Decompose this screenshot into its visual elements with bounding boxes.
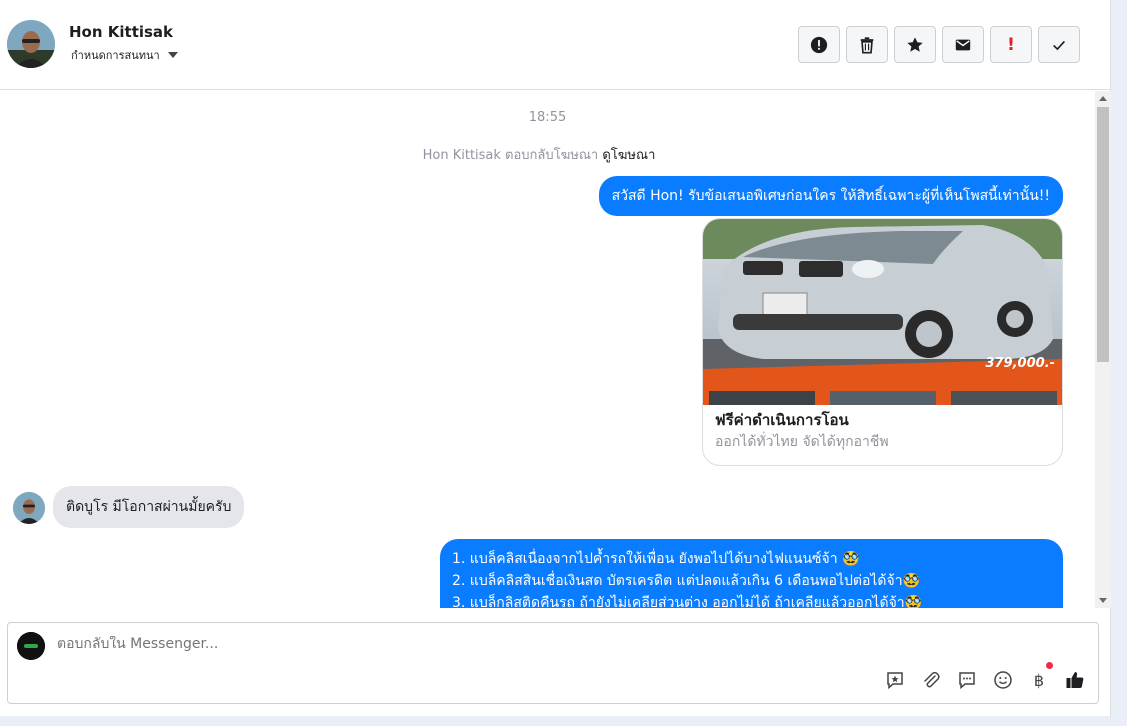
composer-toolbar: ฿ (884, 662, 1086, 691)
caret-down-icon (167, 52, 178, 58)
star-icon (907, 36, 923, 52)
car-ad-image: 379,000.- (703, 219, 1062, 405)
message-line: 2. แบล็คลิสสินเชื่อเงินสด บัตรเครดิต แต่… (452, 573, 921, 589)
emoji-button[interactable] (992, 669, 1014, 691)
scroll-up-icon[interactable] (1099, 96, 1107, 101)
notification-dot (1046, 662, 1053, 669)
page-avatar (17, 632, 45, 660)
trash-icon (860, 36, 874, 53)
outgoing-message-list: 1. แบล็คลิสเนื่องจากไปค้ำรถให้เพื่อน ยัง… (440, 539, 1063, 608)
paperclip-icon (924, 671, 940, 688)
ad-card-description: ออกได้ทั่วไทย จัดได้ทุกอาชีพ (715, 434, 889, 450)
attach-button[interactable] (920, 669, 942, 691)
ad-card[interactable]: 379,000.- ฟรีค่าดำเนินการโอน ออกได้ทั่วไ… (702, 218, 1063, 466)
smiley-icon (994, 671, 1012, 689)
header-toolbar: ! (798, 26, 1080, 63)
ad-price: 379,000.- (985, 356, 1055, 371)
assign-conversation-dropdown[interactable]: กำหนดการสนทนา (71, 46, 178, 64)
payment-button[interactable]: ฿ (1028, 662, 1053, 691)
check-icon (1053, 40, 1065, 50)
contact-avatar[interactable] (7, 20, 55, 68)
quick-reply-button[interactable] (956, 669, 978, 691)
conversation-panel: Hon Kittisak กำหนดการสนทนา ! 18:55 Hon K… (0, 0, 1111, 716)
sticker-comment-icon (887, 672, 903, 690)
mark-unread-button[interactable] (942, 26, 984, 63)
conversation-header: Hon Kittisak กำหนดการสนทนา ! (0, 0, 1111, 90)
outgoing-message: สวัสดี Hon! รับข้อเสนอพิเศษก่อนใคร ให้สิ… (598, 176, 1063, 216)
ad-reply-text: Hon Kittisak ตอบกลับโฆษณา (422, 148, 599, 163)
mark-spam-button[interactable]: ! (990, 26, 1032, 63)
like-button[interactable] (1064, 669, 1086, 691)
contact-name[interactable]: Hon Kittisak (69, 23, 173, 41)
baht-icon: ฿ (1033, 670, 1045, 690)
view-ad-link[interactable]: ดูโฆษณา (602, 148, 655, 163)
envelope-icon (955, 39, 971, 50)
mark-done-button[interactable] (1038, 26, 1080, 63)
star-button[interactable] (894, 26, 936, 63)
incoming-message: ติดบูโร มีโอกาสผ่านมั้ยครับ (53, 486, 245, 528)
reply-input[interactable] (57, 636, 657, 652)
message-timestamp: 18:55 (528, 110, 567, 125)
thread-scrollbar[interactable] (1095, 91, 1111, 608)
message-composer: ฿ (7, 622, 1099, 704)
assign-conversation-label: กำหนดการสนทนา (71, 49, 160, 62)
ad-reply-notice: Hon Kittisak ตอบกลับโฆษณา ดูโฆษณา (0, 144, 1078, 165)
exclamation-icon: ! (1007, 34, 1015, 55)
chat-bubble-icon (959, 672, 975, 690)
report-button[interactable] (798, 26, 840, 63)
message-line: 3. แบล็กลิสติดคืนรถ ถ้ายังไม่เคลียส่วนต่… (452, 595, 923, 608)
ad-card-title: ฟรีค่าดำเนินการโอน (715, 411, 849, 429)
message-line: 1. แบล็คลิสเนื่องจากไปค้ำรถให้เพื่อน ยัง… (452, 551, 860, 567)
contact-avatar-small (13, 492, 45, 524)
alert-circle-icon (810, 36, 828, 53)
message-thread[interactable]: 18:55 Hon Kittisak ตอบกลับโฆษณา ดูโฆษณา … (0, 91, 1095, 608)
scroll-down-icon[interactable] (1099, 598, 1107, 603)
delete-button[interactable] (846, 26, 888, 63)
thumbs-up-icon (1066, 672, 1084, 688)
saved-reply-button[interactable] (884, 669, 906, 691)
scrollbar-thumb[interactable] (1097, 107, 1109, 362)
